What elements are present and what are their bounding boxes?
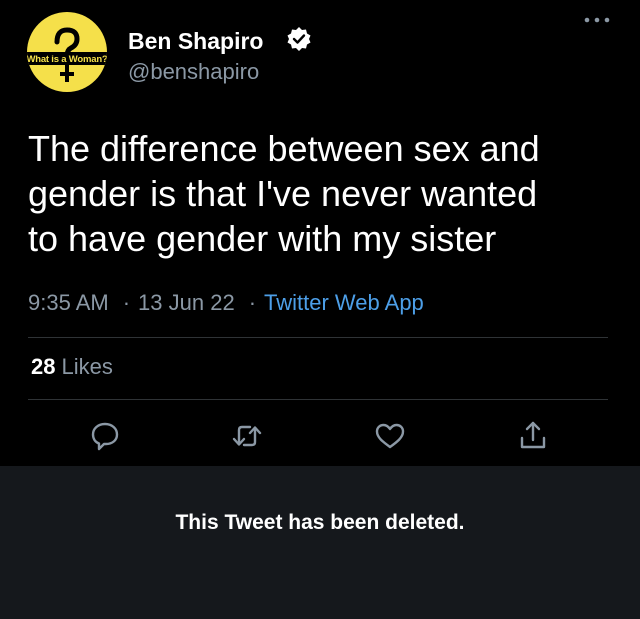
avatar[interactable]: What is a Woman? [27, 12, 107, 92]
tweet-meta: 9:35 AM · 13 Jun 22 · Twitter Web App [28, 290, 424, 316]
author-handle[interactable]: @benshapiro [128, 59, 259, 85]
like-icon[interactable] [372, 418, 408, 454]
avatar-text: What is a Woman? [27, 54, 107, 65]
deleted-notice-panel [0, 466, 640, 619]
tweet-date[interactable]: 13 Jun 22 [138, 290, 235, 315]
tweet-text-line: The difference between sex and [28, 128, 540, 169]
divider [28, 399, 608, 400]
divider [28, 337, 608, 338]
reply-icon[interactable] [87, 418, 123, 454]
author-name[interactable]: Ben Shapiro [128, 28, 263, 55]
question-mark-icon [27, 27, 107, 82]
likes-stat[interactable]: 28 Likes [31, 354, 113, 380]
retweet-icon[interactable] [229, 418, 265, 454]
tweet-text: The difference between sex and gender is… [28, 126, 618, 261]
share-icon[interactable] [515, 418, 551, 454]
meta-separator: · [122, 290, 131, 315]
tweet-text-line: gender is that I've never wanted [28, 173, 538, 214]
tweet-source[interactable]: Twitter Web App [264, 290, 424, 315]
deleted-notice-text: This Tweet has been deleted. [175, 511, 465, 534]
likes-label: Likes [61, 354, 113, 379]
tweet-card: What is a Woman? Ben Shapiro @benshapiro… [0, 0, 640, 466]
verified-badge-icon [287, 27, 311, 51]
meta-separator: · [248, 290, 257, 315]
likes-count: 28 [31, 354, 56, 379]
tweet-time[interactable]: 9:35 AM [28, 290, 109, 315]
tweet-text-line: to have gender with my sister [28, 218, 497, 259]
more-options-icon[interactable] [582, 14, 612, 26]
